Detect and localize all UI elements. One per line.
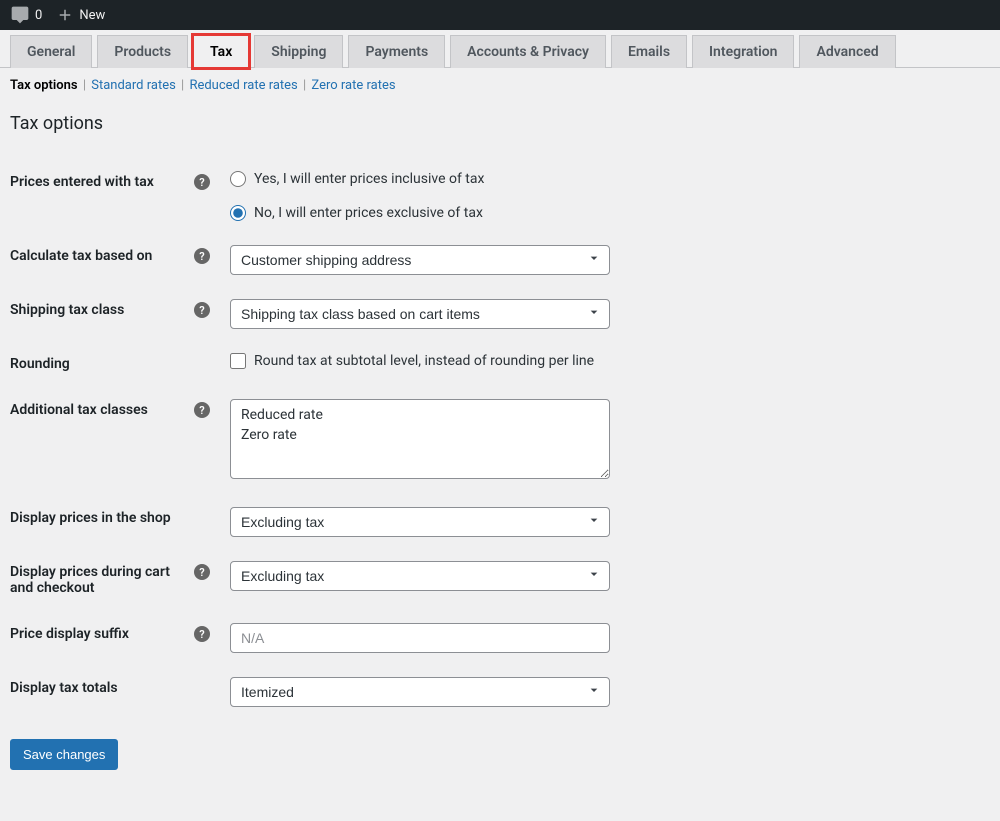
tab-payments[interactable]: Payments: [348, 35, 445, 68]
tab-shipping[interactable]: Shipping: [254, 35, 343, 68]
admin-bar-comments[interactable]: 0: [10, 5, 42, 25]
shipping-tax-label: Shipping tax class: [10, 302, 182, 318]
display-cart-select[interactable]: Excluding tax: [230, 561, 610, 591]
rounding-label: Rounding: [10, 356, 210, 372]
prices-inclusive-label: Yes, I will enter prices inclusive of ta…: [254, 171, 484, 187]
display-totals-label: Display tax totals: [10, 680, 210, 696]
admin-bar: 0 New: [0, 0, 1000, 30]
nav-tabs: General Products Tax Shipping Payments A…: [0, 30, 1000, 68]
admin-bar-new[interactable]: New: [56, 6, 105, 24]
display-shop-label: Display prices in the shop: [10, 510, 210, 526]
form-table: Prices entered with tax ? Yes, I will en…: [0, 159, 1000, 719]
price-suffix-label: Price display suffix: [10, 626, 182, 642]
prices-inclusive-radio[interactable]: [230, 171, 246, 187]
calculate-tax-label: Calculate tax based on: [10, 248, 182, 264]
calculate-tax-select-wrap: Customer shipping address: [230, 245, 610, 275]
display-shop-select-wrap: Excluding tax: [230, 507, 610, 537]
help-icon[interactable]: ?: [194, 174, 210, 190]
display-totals-select-wrap: Itemized: [230, 677, 610, 707]
tab-tax[interactable]: Tax: [193, 35, 249, 68]
tab-emails[interactable]: Emails: [611, 35, 687, 68]
section-title: Tax options: [0, 93, 1000, 144]
display-cart-label: Display prices during cart and checkout: [10, 564, 182, 596]
content-area: General Products Tax Shipping Payments A…: [0, 30, 1000, 790]
tab-integration[interactable]: Integration: [692, 35, 794, 68]
display-cart-select-wrap: Excluding tax: [230, 561, 610, 591]
additional-classes-label: Additional tax classes: [10, 402, 182, 418]
save-changes-button[interactable]: Save changes: [10, 739, 118, 770]
plus-icon: [56, 6, 74, 24]
prices-inclusive-option[interactable]: Yes, I will enter prices inclusive of ta…: [230, 171, 990, 187]
subnav-tax-options[interactable]: Tax options: [10, 78, 78, 93]
tab-accounts-privacy[interactable]: Accounts & Privacy: [450, 35, 606, 68]
subnav-separator: |: [181, 78, 187, 93]
subnav-zero-rates[interactable]: Zero rate rates: [311, 78, 395, 93]
tab-advanced[interactable]: Advanced: [799, 35, 895, 68]
subnav-separator: |: [303, 78, 309, 93]
prices-entered-label: Prices entered with tax: [10, 174, 182, 190]
prices-exclusive-radio[interactable]: [230, 205, 246, 221]
rounding-check-label: Round tax at subtotal level, instead of …: [254, 353, 594, 369]
prices-exclusive-option[interactable]: No, I will enter prices exclusive of tax: [230, 205, 990, 221]
price-suffix-input[interactable]: [230, 623, 610, 653]
help-icon[interactable]: ?: [194, 402, 210, 418]
help-icon[interactable]: ?: [194, 564, 210, 580]
shipping-tax-select-wrap: Shipping tax class based on cart items: [230, 299, 610, 329]
help-icon[interactable]: ?: [194, 626, 210, 642]
display-shop-select[interactable]: Excluding tax: [230, 507, 610, 537]
rounding-checkbox[interactable]: [230, 353, 246, 369]
comment-count: 0: [35, 8, 42, 23]
rounding-option[interactable]: Round tax at subtotal level, instead of …: [230, 353, 990, 369]
subnav-reduced-rates[interactable]: Reduced rate rates: [189, 78, 297, 93]
help-icon[interactable]: ?: [194, 302, 210, 318]
shipping-tax-select[interactable]: Shipping tax class based on cart items: [230, 299, 610, 329]
sub-nav: Tax options | Standard rates | Reduced r…: [0, 68, 1000, 93]
additional-classes-textarea[interactable]: [230, 399, 610, 479]
subnav-standard-rates[interactable]: Standard rates: [91, 78, 176, 93]
new-label: New: [79, 8, 105, 23]
display-totals-select[interactable]: Itemized: [230, 677, 610, 707]
calculate-tax-select[interactable]: Customer shipping address: [230, 245, 610, 275]
tab-general[interactable]: General: [10, 35, 92, 68]
speech-bubble-icon: [10, 5, 30, 25]
subnav-separator: |: [83, 78, 89, 93]
help-icon[interactable]: ?: [194, 248, 210, 264]
prices-exclusive-label: No, I will enter prices exclusive of tax: [254, 205, 483, 221]
tab-products[interactable]: Products: [97, 35, 188, 68]
